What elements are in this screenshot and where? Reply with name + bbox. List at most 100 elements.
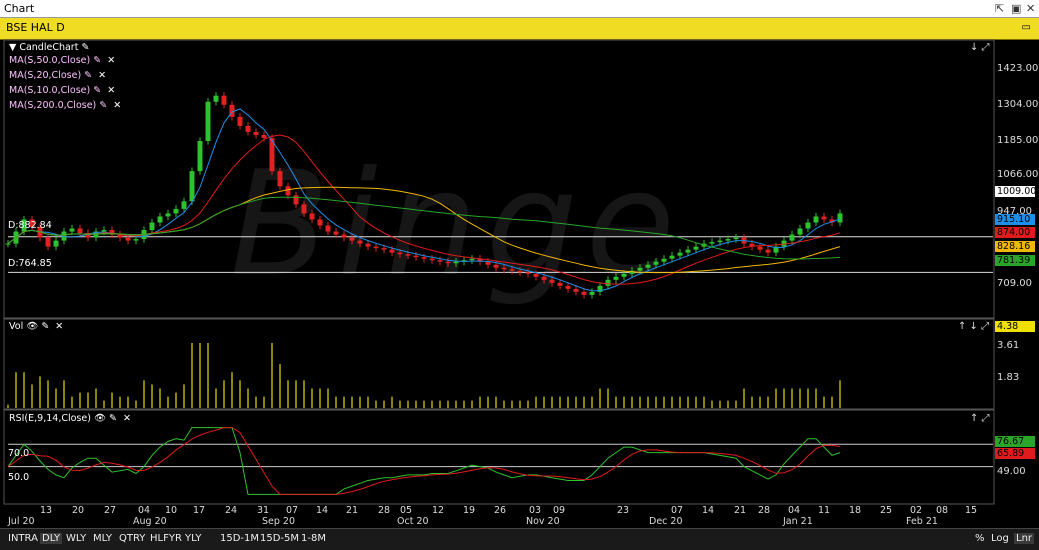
legend-rsi[interactable]: RSI(E,9,14,Close) 👁 ✎ ✕ bbox=[9, 413, 131, 424]
price-pane-controls[interactable]: ↓ ⤢ bbox=[970, 42, 990, 53]
edit-pencil-icon[interactable]: ✎ bbox=[106, 413, 117, 424]
legend-ma10[interactable]: MA(S,10.0,Close) ✎ ✕ bbox=[9, 85, 115, 96]
date-tick: 25 bbox=[880, 505, 893, 516]
legend-volume[interactable]: Vol 👁 ✎ ✕ bbox=[9, 321, 63, 332]
date-tick: 24 bbox=[225, 505, 238, 516]
candle bbox=[685, 249, 691, 253]
ma200-tag: 781.39 bbox=[995, 255, 1035, 266]
month-label: Feb 21 bbox=[906, 516, 938, 527]
period-hlfyr[interactable]: HLFYR bbox=[150, 533, 182, 544]
candle bbox=[61, 231, 67, 241]
candle bbox=[813, 216, 819, 223]
period-mly[interactable]: MLY bbox=[93, 533, 112, 544]
percent-toggle[interactable]: % bbox=[975, 533, 985, 544]
candle bbox=[93, 231, 99, 238]
candle bbox=[221, 95, 227, 105]
period-intra[interactable]: INTRA bbox=[8, 533, 38, 544]
month-label: Jul 20 bbox=[8, 516, 35, 527]
date-tick: 04 bbox=[138, 505, 151, 516]
date-tick: 14 bbox=[702, 505, 715, 516]
candle bbox=[821, 216, 827, 220]
date-tick: 17 bbox=[193, 505, 206, 516]
candle bbox=[733, 237, 739, 240]
legend-toggle-icon[interactable]: ▼ bbox=[9, 42, 19, 53]
eye-icon[interactable]: 👁 bbox=[91, 413, 106, 424]
legend-candlechart[interactable]: ▼ CandleChart ✎ bbox=[9, 42, 89, 53]
legend-label: RSI(E,9,14,Close) bbox=[9, 413, 91, 424]
legend-ma20[interactable]: MA(S,20,Close) ✎ ✕ bbox=[9, 70, 106, 81]
candle bbox=[5, 243, 11, 245]
rsi-pane-controls[interactable]: ↑ ⤢ bbox=[970, 413, 990, 424]
legend-ma50[interactable]: MA(S,50.0,Close) ✎ ✕ bbox=[9, 55, 115, 66]
window-title: Chart bbox=[4, 2, 35, 15]
remove-icon[interactable]: ✕ bbox=[107, 85, 115, 96]
date-tick: 05 bbox=[400, 505, 413, 516]
intraday-15d-5m[interactable]: 15D-5M bbox=[260, 533, 299, 544]
remove-icon[interactable]: ✕ bbox=[107, 55, 115, 66]
rsi-value-tag: 76.67 bbox=[995, 436, 1035, 447]
month-label: Sep 20 bbox=[262, 516, 296, 527]
remove-icon[interactable]: ✕ bbox=[113, 100, 121, 111]
remove-icon[interactable]: ✕ bbox=[55, 321, 63, 332]
edit-pencil-icon[interactable]: ✎ bbox=[38, 321, 49, 332]
remove-icon[interactable]: ✕ bbox=[123, 413, 131, 424]
linear-toggle[interactable]: Lnr bbox=[1014, 533, 1035, 544]
date-tick: 15 bbox=[965, 505, 978, 516]
remove-icon[interactable]: ✕ bbox=[98, 70, 106, 81]
symbol-label[interactable]: BSE HAL D bbox=[6, 21, 65, 34]
candle bbox=[141, 230, 147, 240]
period-toolbar: INTRA DLY WLY MLY QTRY HLFYR YLY 15D-1M … bbox=[0, 528, 1039, 550]
candle bbox=[101, 230, 107, 232]
candle bbox=[797, 228, 803, 235]
candle bbox=[205, 101, 211, 141]
month-label: Dec 20 bbox=[649, 516, 683, 527]
candle bbox=[149, 222, 155, 231]
price-scale-2: 1304.00 bbox=[997, 99, 1039, 110]
eye-icon[interactable]: 👁 bbox=[23, 321, 38, 332]
candle bbox=[773, 246, 779, 253]
vol-scale-1: 3.61 bbox=[997, 340, 1020, 351]
log-toggle[interactable]: Log bbox=[991, 533, 1009, 544]
candle bbox=[117, 234, 123, 238]
date-tick: 13 bbox=[40, 505, 53, 516]
rsi-signal-line bbox=[7, 427, 841, 495]
legend-ma200[interactable]: MA(S,200.0,Close) ✎ ✕ bbox=[9, 100, 121, 111]
candle bbox=[757, 246, 763, 250]
edit-pencil-icon[interactable]: ✎ bbox=[81, 70, 92, 81]
vol-scale-2: 1.83 bbox=[997, 372, 1020, 383]
edit-pencil-icon[interactable]: ✎ bbox=[90, 55, 101, 66]
candle bbox=[701, 243, 707, 247]
date-tick: 28 bbox=[378, 505, 391, 516]
intraday-15d-1m[interactable]: 15D-1M bbox=[220, 533, 259, 544]
edit-pencil-icon[interactable]: ✎ bbox=[78, 42, 89, 53]
date-tick: 02 bbox=[910, 505, 923, 516]
month-label: Jan 21 bbox=[783, 516, 813, 527]
candle bbox=[69, 228, 75, 232]
restore-pane-icon[interactable]: ▭ bbox=[1022, 22, 1031, 33]
period-qtry[interactable]: QTRY bbox=[119, 533, 145, 544]
candle bbox=[789, 234, 795, 241]
period-yly[interactable]: YLY bbox=[185, 533, 201, 544]
float-window-icon[interactable]: ⇱ bbox=[995, 2, 1004, 15]
intraday-1-8m[interactable]: 1-8M bbox=[301, 533, 326, 544]
date-tick: 21 bbox=[734, 505, 747, 516]
date-tick: 21 bbox=[346, 505, 359, 516]
candle bbox=[109, 230, 115, 235]
hline-label-2: D:764.85 bbox=[8, 258, 52, 269]
candle bbox=[709, 242, 715, 244]
candle bbox=[725, 239, 731, 241]
candle bbox=[693, 246, 699, 250]
candle bbox=[165, 213, 171, 217]
volume-pane-controls[interactable]: ↑ ↓ ⤢ bbox=[958, 321, 989, 332]
period-wly[interactable]: WLY bbox=[66, 533, 86, 544]
maximize-icon[interactable]: ▣ bbox=[1011, 2, 1021, 15]
month-label: Nov 20 bbox=[526, 516, 560, 527]
candle bbox=[749, 243, 755, 247]
period-dly[interactable]: DLY bbox=[40, 533, 63, 544]
edit-pencil-icon[interactable]: ✎ bbox=[90, 85, 101, 96]
legend-label: MA(S,200.0,Close) bbox=[9, 100, 97, 111]
close-icon[interactable]: ✕ bbox=[1026, 2, 1035, 15]
legend-label: CandleChart bbox=[19, 42, 79, 53]
candle bbox=[837, 213, 843, 223]
edit-pencil-icon[interactable]: ✎ bbox=[96, 100, 107, 111]
